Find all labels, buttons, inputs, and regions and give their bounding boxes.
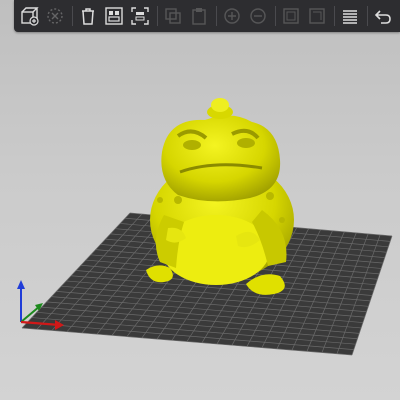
copy-button[interactable] <box>162 5 184 27</box>
arrange-selection-icon <box>131 7 149 25</box>
toolbar-separator <box>334 6 335 26</box>
split-objects-button[interactable] <box>280 5 302 27</box>
trash-icon <box>82 8 94 25</box>
arrange-button[interactable] <box>103 5 125 27</box>
arrange-icon <box>105 7 123 25</box>
layers-editing-button[interactable] <box>339 5 361 27</box>
copy-icon <box>165 8 181 24</box>
undo-button[interactable] <box>372 5 394 27</box>
add-cube-icon <box>21 7 39 26</box>
add-instance-button[interactable] <box>221 5 243 27</box>
add-object-button[interactable] <box>18 5 40 27</box>
toolbar-separator <box>216 6 217 26</box>
split-parts-button[interactable] <box>306 5 328 27</box>
toolbar-separator <box>157 6 158 26</box>
top-toolbar <box>14 0 400 32</box>
layers-icon <box>343 10 357 24</box>
undo-icon <box>374 10 391 24</box>
split-objects-icon <box>283 8 299 24</box>
toad-model[interactable] <box>0 0 400 400</box>
paste-button[interactable] <box>188 5 210 27</box>
3d-viewport[interactable] <box>0 0 400 400</box>
paste-icon <box>192 8 206 25</box>
remove-instance-button[interactable] <box>247 5 269 27</box>
delete-all-button[interactable] <box>77 5 99 27</box>
toolbar-separator <box>367 6 368 26</box>
toolbar-separator <box>72 6 73 26</box>
remove-instance-icon <box>250 8 266 24</box>
delete-icon <box>47 8 63 24</box>
add-instance-icon <box>224 8 240 24</box>
split-parts-icon <box>309 8 325 24</box>
delete-button[interactable] <box>44 5 66 27</box>
arrange-selection-button[interactable] <box>129 5 151 27</box>
toolbar-separator <box>275 6 276 26</box>
